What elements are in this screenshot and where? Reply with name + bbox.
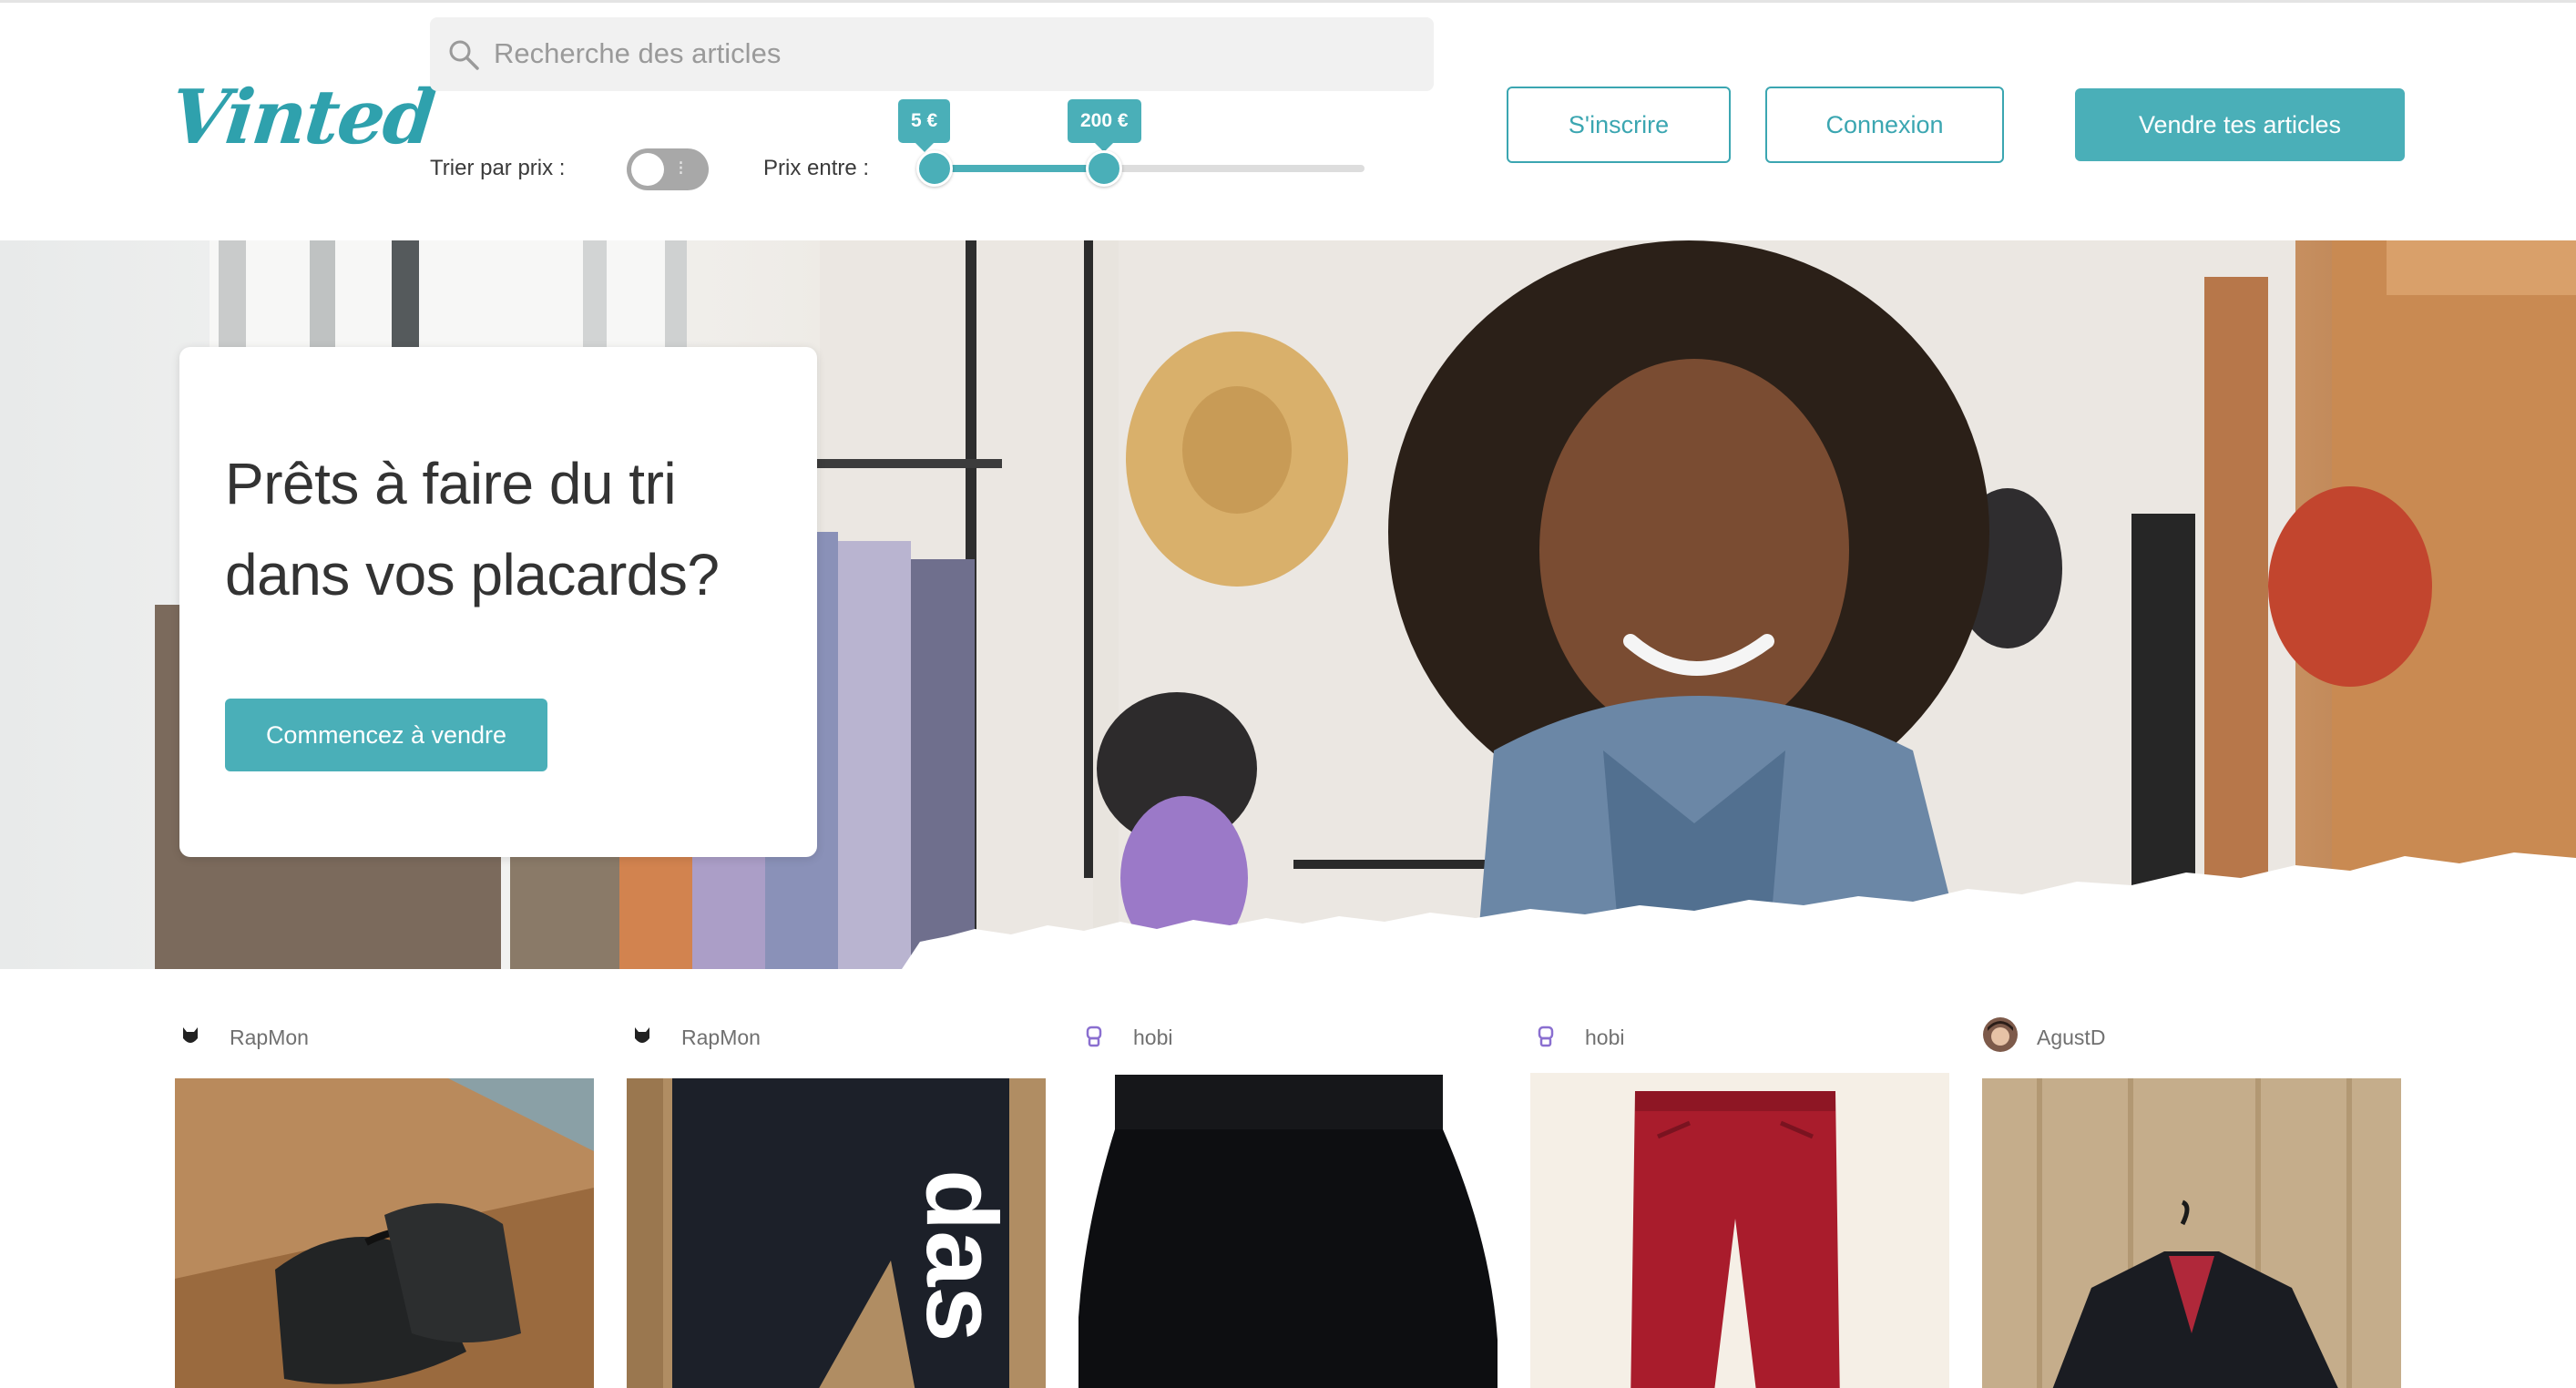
item-photo[interactable] — [1982, 1078, 2401, 1388]
hero-title-line1: Prêts à faire du tri — [225, 451, 677, 516]
seller-username[interactable]: AgustD — [2037, 1026, 2105, 1050]
hero-banner: Prêts à faire du tri dans vos placards? … — [0, 240, 2576, 969]
sell-items-button[interactable]: Vendre tes articles — [2075, 88, 2405, 161]
toggle-indicator-icon: ⁝ — [678, 157, 684, 179]
search-bar[interactable]: Recherche des articles — [430, 17, 1434, 91]
item-card[interactable]: hobi — [1078, 1018, 1498, 1388]
item-photo[interactable] — [1078, 1075, 1498, 1388]
seller-username[interactable]: RapMon — [230, 1026, 309, 1050]
item-card[interactable]: RapMon — [175, 1018, 594, 1388]
toggle-knob — [631, 153, 664, 186]
price-range-label: Prix entre : — [763, 156, 870, 180]
site-header: Vinted Recherche des articles Trier par … — [0, 3, 2576, 240]
seller-username[interactable]: hobi — [1585, 1026, 1624, 1050]
item-seller[interactable]: AgustD — [1982, 1017, 2401, 1060]
robot-avatar-icon — [1079, 1021, 1109, 1050]
seller-username[interactable]: RapMon — [681, 1026, 761, 1050]
item-photo[interactable] — [175, 1078, 594, 1388]
hero-title-line2: dans vos placards? — [225, 542, 720, 607]
svg-text:das: das — [905, 1169, 1017, 1342]
item-seller[interactable]: RapMon — [627, 1018, 1046, 1060]
sort-by-price-toggle[interactable]: ⁝ — [627, 148, 709, 190]
photo-avatar-icon — [1983, 1017, 2018, 1052]
price-max-handle[interactable] — [1086, 150, 1122, 187]
login-button[interactable]: Connexion — [1765, 87, 2004, 163]
item-card[interactable]: RapMon das — [627, 1018, 1046, 1388]
sort-by-price-label: Trier par prix : — [430, 156, 566, 180]
price-min-value: 5 € — [898, 99, 951, 152]
hero-card: Prêts à faire du tri dans vos placards? … — [179, 347, 817, 857]
seller-username[interactable]: hobi — [1133, 1026, 1172, 1050]
item-seller[interactable]: RapMon — [175, 1018, 594, 1060]
item-photo[interactable]: das — [627, 1078, 1046, 1388]
price-slider-range — [935, 165, 1104, 172]
hero-title: Prêts à faire du tri dans vos placards? — [225, 438, 790, 620]
search-icon — [449, 40, 479, 70]
item-photo[interactable] — [1530, 1073, 1949, 1388]
robot-avatar-icon — [1531, 1021, 1560, 1050]
vinted-logo[interactable]: Vinted — [167, 74, 438, 161]
search-input[interactable]: Recherche des articles — [494, 37, 781, 70]
price-min-handle[interactable] — [916, 150, 953, 187]
item-seller[interactable]: hobi — [1530, 1018, 1949, 1060]
item-card[interactable]: hobi — [1530, 1018, 1949, 1388]
item-seller[interactable]: hobi — [1078, 1018, 1498, 1060]
price-max-value: 200 € — [1068, 99, 1141, 152]
cat-avatar-icon — [176, 1021, 205, 1050]
cat-avatar-icon — [628, 1021, 657, 1050]
start-selling-button[interactable]: Commencez à vendre — [225, 699, 547, 771]
signup-button[interactable]: S'inscrire — [1507, 87, 1731, 163]
item-card[interactable]: AgustD — [1982, 1017, 2401, 1388]
